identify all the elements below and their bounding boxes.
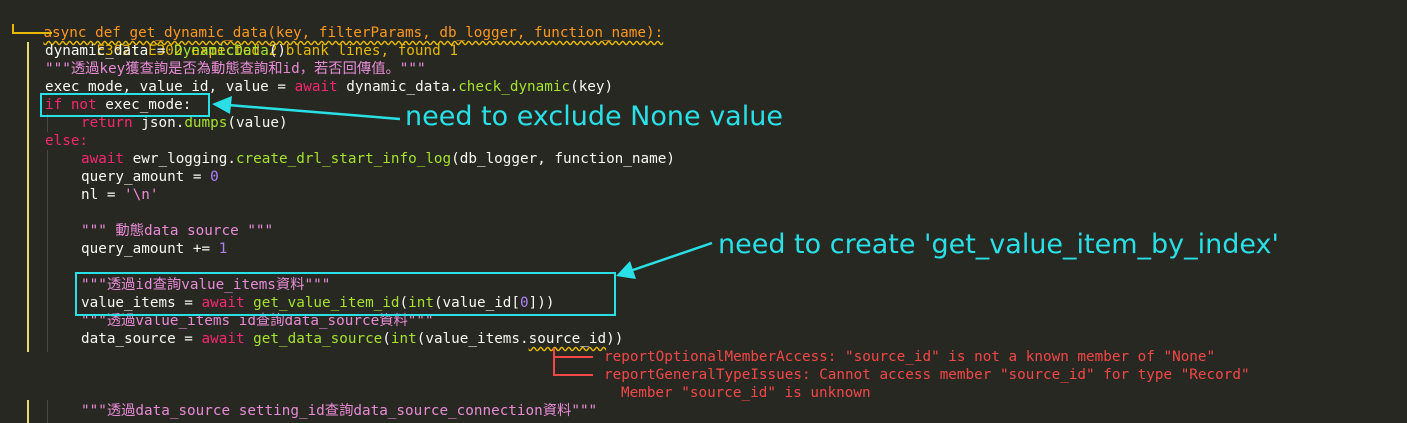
docstring: """透過key獲查詢是否為動態查詢和id，若否回傳值。""" [45, 61, 426, 77]
keyword: else: [45, 133, 89, 149]
class-name: DynamicData [174, 43, 269, 59]
docstring-line: """ 動態data source """ [81, 222, 273, 240]
code-line: data_source = await get_data_source(int(… [81, 331, 624, 347]
docstring: """ 動態data source """ [81, 223, 274, 239]
error-squiggle-source-id[interactable]: source_id [529, 331, 606, 347]
diagnostic-message: reportGeneralTypeIssues: Cannot access m… [604, 367, 1250, 383]
function-name: check_dynamic [458, 79, 571, 95]
identifier: dynamic_data. [337, 79, 459, 95]
identifier: nl [81, 187, 99, 203]
diagnostic-message: reportOptionalMemberAccess: "source_id" … [604, 349, 1216, 365]
indent-guide [27, 42, 29, 352]
identifier: ewr_logging. [124, 151, 236, 167]
docstring-line: """透過data_source setting_id查詢data_source… [81, 402, 597, 420]
keyword: return [81, 115, 133, 131]
diagnostic-optional-member-access: reportOptionalMemberAccess: "source_id" … [604, 348, 1215, 366]
diagnostic-connector [553, 356, 593, 376]
annotation-note-exclude-none: need to exclude None value [405, 101, 783, 132]
code-line-def: async def get_dynamic_data(key, filterPa… [9, 6, 663, 41]
docstring-line: """透過key獲查詢是否為動態查詢和id，若否回傳值。""" [45, 60, 426, 78]
annotation-box-value-items [75, 272, 616, 316]
diagnostic-e302: E302: E302 expected 2 blank lines, found… [62, 24, 458, 59]
identifier: data_source [81, 331, 176, 347]
code-line: dynamic_data = DynamicData() [45, 42, 286, 60]
keyword: await [294, 79, 338, 95]
code-line: await ewr_logging.create_drl_start_info_… [81, 150, 675, 168]
identifier: query_amount [81, 169, 185, 185]
arguments: (key) [570, 79, 614, 95]
arrow-line-note2 [629, 241, 713, 273]
function-name: create_drl_start_info_log [235, 151, 452, 167]
builtin-function: int [390, 331, 417, 347]
arrow-head-note2 [616, 261, 636, 279]
function-name: get_data_source [253, 331, 383, 347]
operator: = [148, 43, 175, 59]
code-line: nl = '\n' [81, 186, 158, 204]
punctuation: )) [606, 331, 624, 347]
punctuation: () [268, 43, 287, 59]
diagnostic-connector [12, 24, 52, 34]
keyword: await [201, 331, 245, 347]
diagnostic-general-type-issues: reportGeneralTypeIssues: Cannot access m… [604, 366, 1250, 384]
arguments: (value) [227, 115, 288, 131]
annotation-note-create-function: need to create 'get_value_item_by_index' [718, 229, 1279, 260]
identifier: query_amount [81, 241, 185, 257]
diagnostic-message: Member "source_id" is unknown [621, 385, 871, 401]
code-line: query_amount = 0 [81, 168, 219, 186]
string: '\n' [124, 187, 159, 203]
arrow-head-note1 [212, 96, 232, 114]
code-editor[interactable]: async def get_dynamic_data(key, filterPa… [0, 0, 1407, 423]
docstring: """透過data_source setting_id查詢data_source… [81, 403, 598, 419]
operator: = [184, 169, 211, 185]
annotation-box-if-not [40, 93, 210, 117]
identifier: dynamic_data [45, 43, 149, 59]
operator: += [184, 241, 219, 257]
arguments: (db_logger, function_name) [451, 151, 675, 167]
indent-guide [27, 400, 29, 423]
code-line: query_amount += 1 [81, 240, 227, 258]
code-line: else: [45, 132, 88, 150]
function-name: dumps [184, 115, 228, 131]
number: 0 [210, 169, 219, 185]
indent-guide [47, 150, 48, 352]
number: 1 [218, 241, 228, 257]
identifier: json. [132, 115, 185, 131]
operator: = [98, 187, 125, 203]
diagnostic-detail: Member "source_id" is unknown [621, 384, 871, 402]
indent-guide [47, 400, 48, 423]
keyword: await [81, 151, 125, 167]
operator: = [175, 331, 202, 347]
arguments: (value_items. [416, 331, 529, 347]
